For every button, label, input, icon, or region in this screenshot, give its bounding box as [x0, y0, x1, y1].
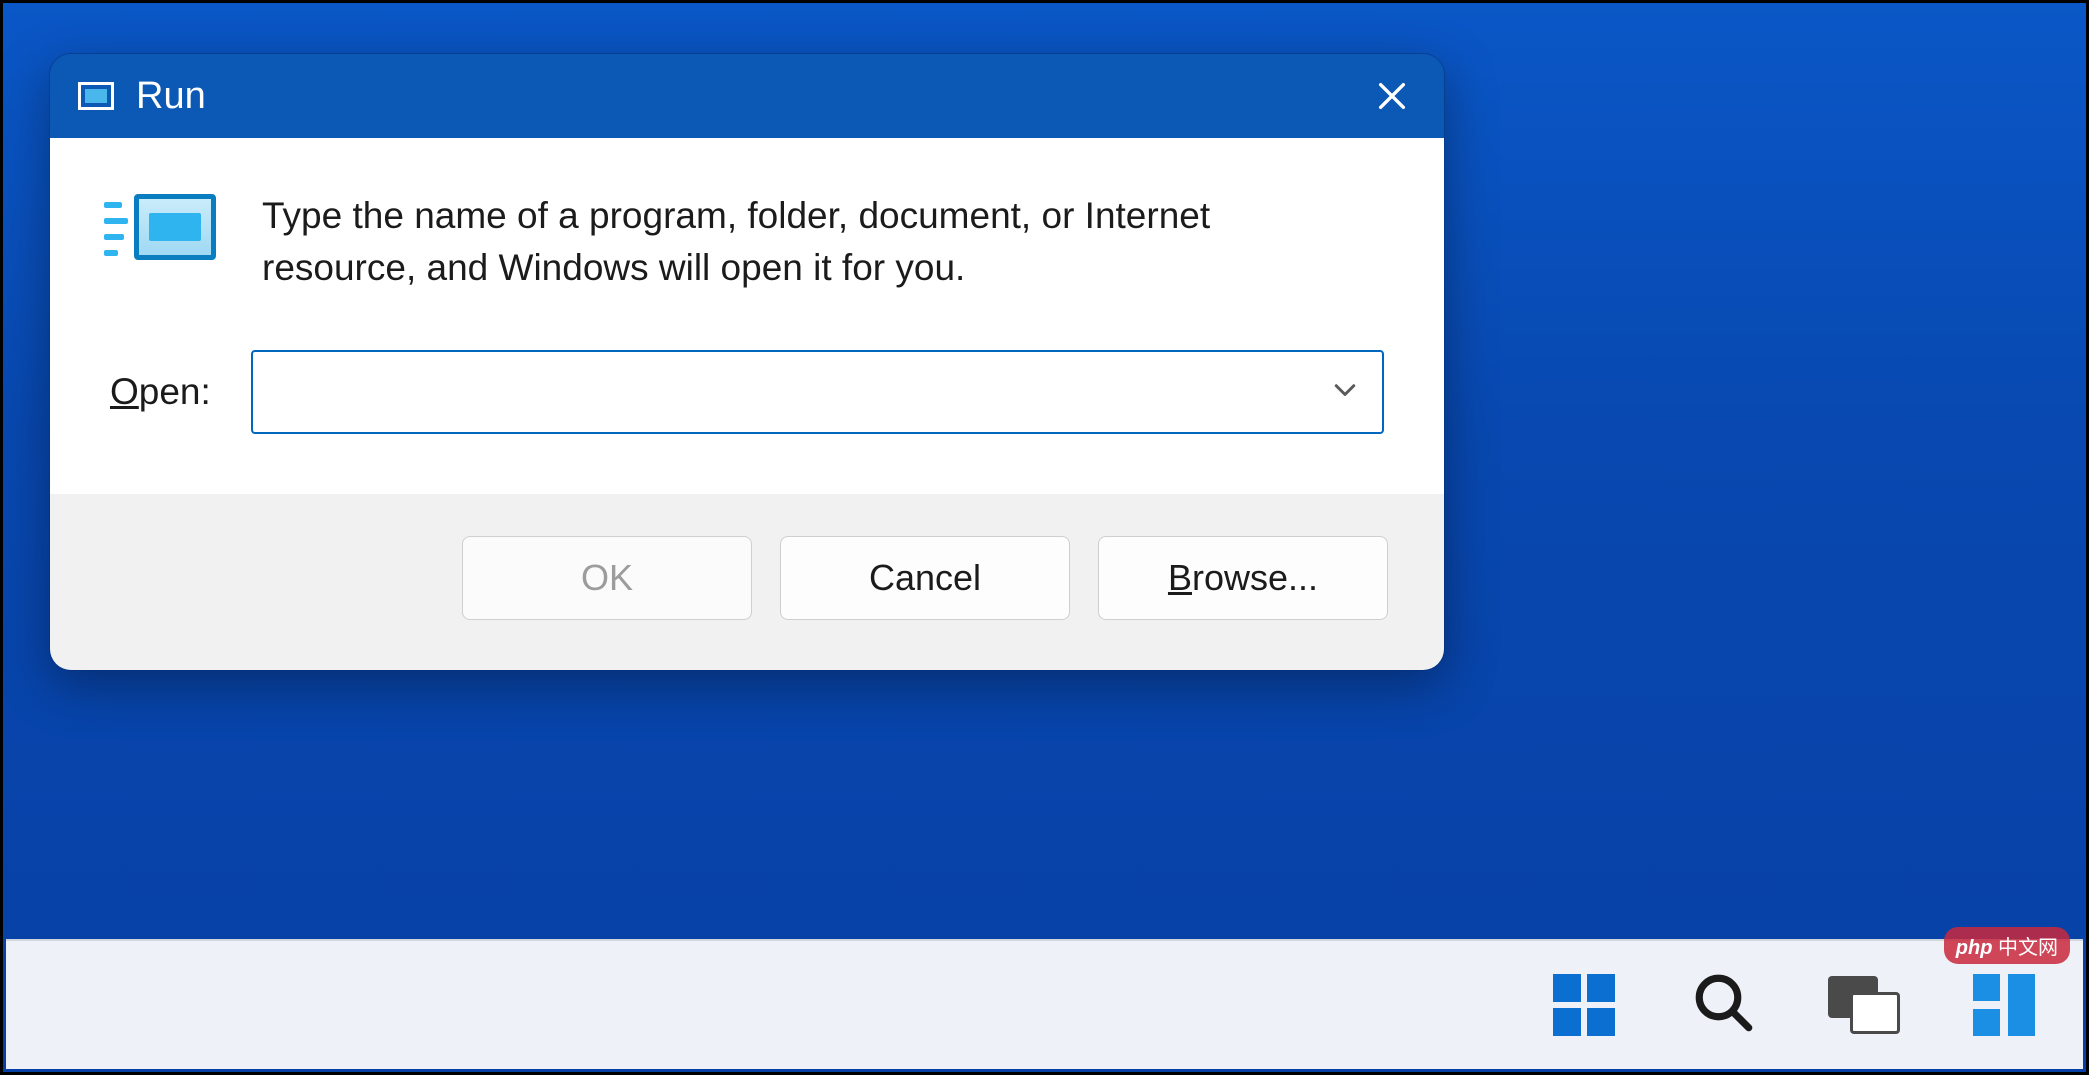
dialog-body: Type the name of a program, folder, docu… [50, 138, 1444, 494]
open-label: Open: [110, 371, 211, 413]
browse-button[interactable]: Browse... [1098, 536, 1388, 620]
open-row: Open: [110, 350, 1384, 434]
run-app-icon [78, 82, 114, 110]
task-view-button[interactable] [1825, 966, 1903, 1044]
open-input[interactable] [251, 350, 1384, 434]
search-icon [1691, 970, 1757, 1041]
description-row: Type the name of a program, folder, docu… [110, 190, 1384, 294]
watermark: php php 中文网中文网 [1944, 927, 2070, 964]
description-text: Type the name of a program, folder, docu… [262, 190, 1282, 294]
desktop: Run Type the name of a program, folder, … [0, 0, 2089, 1075]
taskbar [6, 939, 2083, 1069]
windows-logo-icon [1553, 974, 1615, 1036]
task-view-icon [1828, 976, 1900, 1034]
close-button[interactable] [1362, 66, 1422, 126]
dialog-button-row: OK Cancel Browse... [50, 494, 1444, 670]
search-button[interactable] [1685, 966, 1763, 1044]
run-large-icon [110, 194, 218, 274]
close-icon [1375, 79, 1409, 113]
window-title: Run [136, 75, 206, 118]
ok-button[interactable]: OK [462, 536, 752, 620]
widgets-icon [1973, 974, 2035, 1036]
cancel-button[interactable]: Cancel [780, 536, 1070, 620]
widgets-button[interactable] [1965, 966, 2043, 1044]
run-dialog-window: Run Type the name of a program, folder, … [49, 53, 1445, 671]
open-combobox[interactable] [251, 350, 1384, 434]
titlebar[interactable]: Run [50, 54, 1444, 138]
start-button[interactable] [1545, 966, 1623, 1044]
